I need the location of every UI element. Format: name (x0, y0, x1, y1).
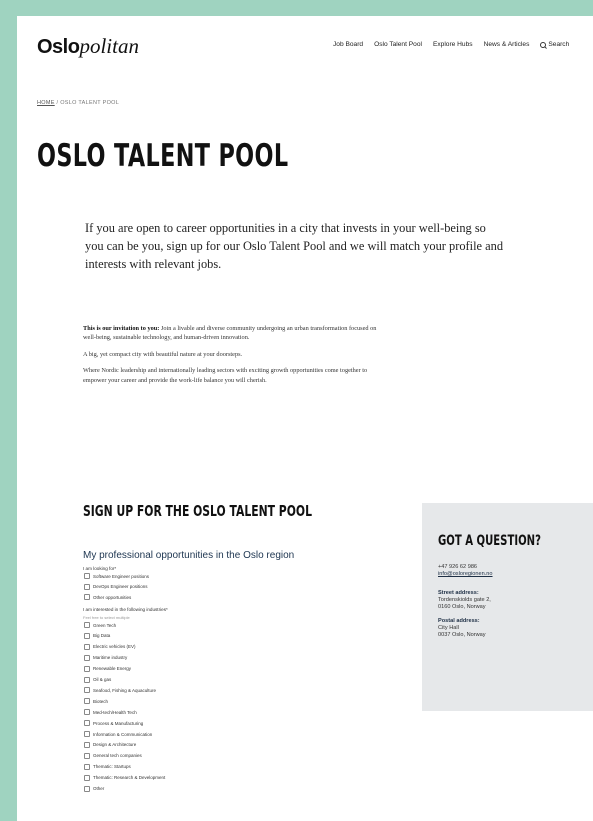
industries-label: I am interested in the following industr… (83, 607, 168, 612)
looking-for-option-label: DevOps Engineer positions (93, 584, 148, 589)
site-logo[interactable]: Oslopolitan (37, 34, 139, 59)
industry-option[interactable]: Electric vehicles (EV) (84, 643, 136, 650)
signup-heading: SIGN UP FOR THE OSLO TALENT POOL (83, 502, 312, 520)
search-label: Search (548, 41, 570, 48)
postal-address-label: Postal address: (438, 618, 480, 624)
logo-bold-text: Oslo (37, 36, 80, 58)
industry-option[interactable]: Other (84, 785, 105, 792)
industry-option[interactable]: Process & Manufacturing (84, 720, 144, 727)
breadcrumb-current: OSLO TALENT POOL (60, 100, 120, 106)
nav-news-articles[interactable]: News & Articles (484, 41, 530, 48)
postal-address-line-2: 0037 Oslo, Norway (438, 632, 486, 638)
looking-for-option[interactable]: DevOps Engineer positions (84, 583, 148, 590)
nav-oslo-talent-pool[interactable]: Oslo Talent Pool (374, 41, 422, 48)
industry-option[interactable]: Med-tech/Health Tech (84, 709, 137, 716)
page: Oslopolitan Job Board Oslo Talent Pool E… (17, 16, 593, 821)
industry-option[interactable]: Seafood, Fishing & Aquaculture (84, 687, 157, 694)
checkbox[interactable] (84, 654, 90, 661)
site-header: Oslopolitan Job Board Oslo Talent Pool E… (37, 30, 593, 70)
checkbox[interactable] (84, 720, 90, 727)
contact-phone-email: +47 926 62 986 info@osloregionen.no (438, 564, 493, 578)
industry-option-label: Information & Communication (93, 731, 153, 737)
looking-for-label: I am looking for* (83, 566, 117, 571)
industry-option-label: Renewable Energy (93, 666, 132, 672)
checkbox[interactable] (84, 687, 90, 694)
looking-for-option[interactable]: Software Engineer positions (84, 573, 149, 579)
postal-address: Postal address: City Hall 0037 Oslo, Nor… (438, 618, 486, 639)
industry-option[interactable]: Information & Communication (84, 731, 152, 737)
looking-for-option-label: Other opportunities (93, 594, 132, 600)
search-icon (540, 41, 547, 48)
breadcrumb-home-link[interactable]: HOME (37, 100, 55, 106)
postal-address-line-1: City Hall (438, 625, 459, 631)
industry-option-label: Big Data (93, 633, 111, 639)
checkbox[interactable] (84, 622, 90, 628)
industry-option-label: Oil & gas (93, 677, 112, 682)
career-paragraph: Where Nordic leadership and internationa… (83, 367, 368, 384)
industry-option[interactable]: Renewable Energy (84, 665, 132, 672)
industry-option[interactable]: Maritime industry (84, 654, 128, 661)
checkbox[interactable] (84, 698, 90, 705)
industry-option[interactable]: Big Data (84, 632, 111, 639)
industry-option-label: Med-tech/Health Tech (93, 709, 137, 715)
logo-italic-text: politan (79, 34, 139, 58)
industry-option-label: Biotech (93, 698, 109, 704)
checkbox[interactable] (84, 665, 90, 672)
looking-for-option[interactable]: Other opportunities (84, 594, 131, 600)
industry-option[interactable]: Thematic: Research & Development (84, 774, 166, 781)
intro-paragraph: If you are open to career opportunities … (85, 221, 504, 271)
nature-paragraph: A big, yet compact city with beautiful n… (83, 350, 243, 358)
checkbox[interactable] (84, 785, 90, 792)
checkbox[interactable] (84, 752, 90, 759)
invitation-text: This is our invitation to you: Join a li… (83, 324, 383, 392)
contact-box: GOT A QUESTION? +47 926 62 986 info@oslo… (422, 503, 593, 711)
nav-job-board[interactable]: Job Board (333, 41, 363, 48)
form-subtitle: My professional opportunities in the Osl… (83, 550, 295, 561)
checkbox[interactable] (84, 594, 90, 600)
checkbox[interactable] (84, 741, 90, 748)
industry-option-label: Seafood, Fishing & Aquaculture (93, 687, 157, 693)
industry-option[interactable]: Design & Architecture (84, 741, 137, 748)
looking-for-option-label: Software Engineer positions (93, 573, 150, 579)
industry-option-label: General tech companies (93, 753, 142, 759)
industry-option[interactable]: Green Tech (84, 622, 116, 628)
checkbox[interactable] (84, 583, 90, 590)
industry-option[interactable]: Thematic: Startups (84, 763, 131, 770)
checkbox[interactable] (84, 774, 90, 781)
industry-option[interactable]: Biotech (84, 698, 109, 705)
nav-explore-hubs[interactable]: Explore Hubs (433, 41, 473, 48)
street-address: Street address: Tordenskiolds gate 2, 01… (438, 590, 491, 611)
search-button[interactable]: Search (540, 41, 569, 48)
industry-option-label: Process & Manufacturing (93, 720, 144, 726)
breadcrumb: HOME / OSLO TALENT POOL (37, 100, 119, 106)
invitation-lead: This is our invitation to you: (83, 325, 160, 332)
industries-hint: Feel free to select multiple (83, 615, 130, 620)
industry-option-label: Thematic: Startups (93, 764, 131, 770)
industry-option-label: Thematic: Research & Development (93, 775, 166, 781)
checkbox[interactable] (84, 709, 90, 716)
checkbox[interactable] (84, 731, 90, 737)
industry-option-label: Design & Architecture (93, 742, 137, 748)
checkbox[interactable] (84, 676, 90, 683)
industry-option[interactable]: Oil & gas (84, 676, 112, 683)
industry-option[interactable]: General tech companies (84, 752, 142, 759)
contact-title: GOT A QUESTION? (438, 533, 541, 549)
checkbox[interactable] (84, 632, 90, 639)
checkbox[interactable] (84, 763, 90, 770)
checkbox[interactable] (84, 573, 90, 579)
page-title: OSLO TALENT POOL (37, 138, 289, 174)
contact-phone[interactable]: +47 926 62 986 (438, 564, 493, 571)
checkbox[interactable] (84, 643, 90, 650)
main-nav: Job Board Oslo Talent Pool Explore Hubs … (333, 41, 569, 48)
street-address-line-1: Tordenskiolds gate 2, (438, 597, 491, 603)
industry-option-label: Electric vehicles (EV) (93, 644, 136, 650)
industry-option-label: Maritime industry (93, 655, 128, 661)
invitation-paragraph: This is our invitation to you: Join a li… (83, 324, 383, 343)
street-address-label: Street address: (438, 590, 479, 596)
contact-email-link[interactable]: info@osloregionen.no (438, 571, 493, 578)
industry-option-label: Other (93, 786, 105, 791)
industry-option-label: Green Tech (93, 622, 117, 628)
street-address-line-2: 0160 Oslo, Norway (438, 604, 486, 610)
